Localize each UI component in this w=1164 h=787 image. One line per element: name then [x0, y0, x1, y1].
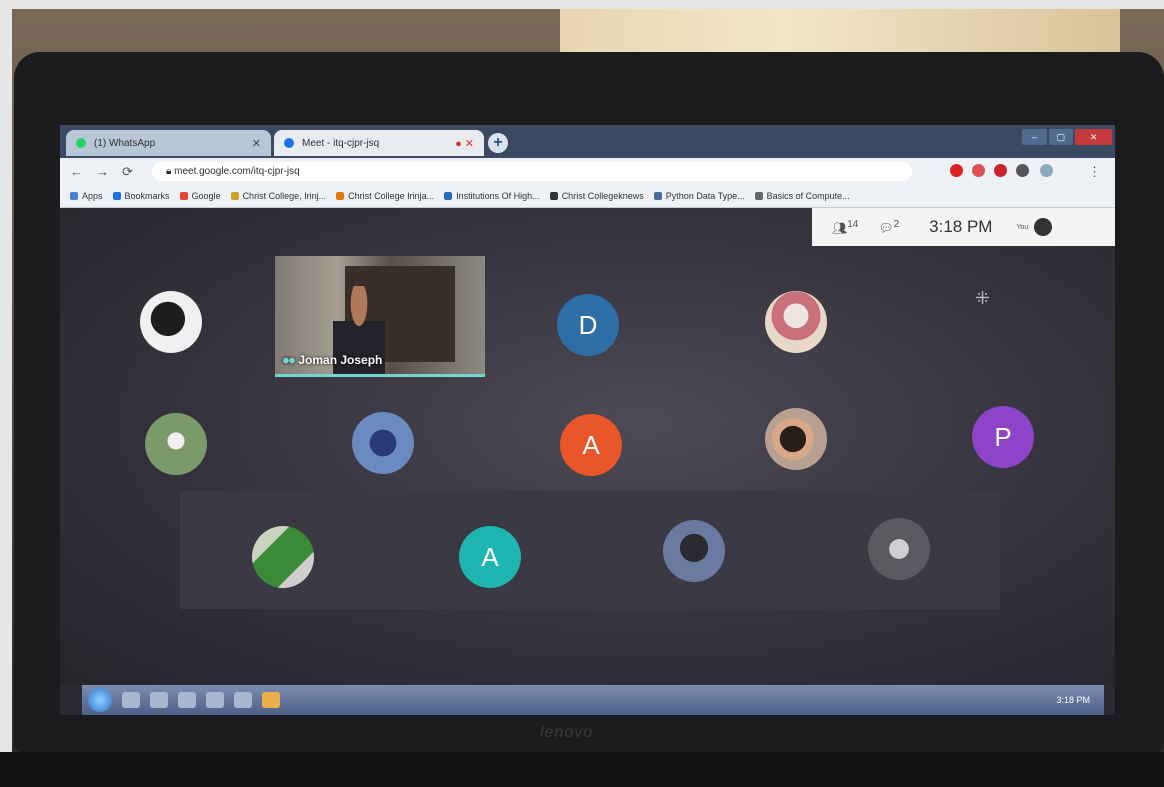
tab-label: (1) WhatsApp: [94, 137, 156, 149]
address-bar: ← → ⟳ 🔒︎ meet.google.com/itq-cjpr-jsq ⋮: [60, 158, 1115, 185]
laptop-base: [0, 752, 1164, 787]
institution-icon: [444, 192, 453, 200]
participant-photo[interactable]: [252, 526, 314, 588]
reload-icon[interactable]: ⟳: [122, 164, 133, 180]
url-text: meet.google.com/itq-cjpr-jsq: [174, 166, 300, 177]
opera-icon[interactable]: [950, 164, 963, 177]
meet-info-box: 👥︎14 💬︎2 3:18 PM You: [812, 208, 1115, 246]
url-input[interactable]: 🔒︎ meet.google.com/itq-cjpr-jsq: [152, 162, 912, 181]
lock-icon: 🔒︎: [166, 166, 175, 177]
puzzle-icon[interactable]: [1016, 164, 1029, 177]
apps-icon: [70, 192, 78, 200]
participant-photo[interactable]: [765, 291, 827, 353]
python-icon: [653, 192, 662, 200]
tab-strip: (1) WhatsApp ✕ Meet - itq-cjpr-jsq ● ✕ +…: [60, 125, 1115, 158]
bookmark-item[interactable]: Institutions Of High...: [444, 191, 540, 201]
participant-video-tile[interactable]: ⦁⦁ Joman Joseph: [275, 256, 485, 377]
close-icon[interactable]: ● ✕: [455, 137, 474, 150]
self-avatar[interactable]: [1034, 218, 1053, 236]
start-button[interactable]: [88, 688, 112, 712]
laptop-brand-logo: lenovo: [540, 724, 594, 741]
meet-time: 3:18 PM: [929, 217, 993, 236]
bookmark-item[interactable]: Basics of Compute...: [754, 191, 850, 201]
participant-avatar[interactable]: P: [972, 406, 1034, 468]
back-icon[interactable]: ←: [70, 164, 83, 179]
participant-avatar[interactable]: A: [560, 414, 622, 476]
taskbar-app-icon[interactable]: [234, 692, 252, 708]
meet-icon: [284, 138, 294, 148]
bookmark-item[interactable]: Christ College, Irinj...: [230, 191, 326, 201]
close-icon[interactable]: ✕: [252, 137, 261, 150]
bookmarks-bar: Apps Bookmarks Google Christ College, Ir…: [60, 185, 1115, 208]
tab-whatsapp[interactable]: (1) WhatsApp ✕: [66, 130, 271, 156]
globe-icon: [549, 192, 558, 200]
windows-taskbar: 3:18 PM: [82, 685, 1104, 715]
meet-grid: 👥︎14 💬︎2 3:18 PM You ⦁⦁ Joman Joseph D ⁜…: [60, 208, 1115, 685]
minimize-button[interactable]: –: [1022, 129, 1047, 145]
participant-photo[interactable]: [663, 520, 725, 582]
frame-top: [0, 0, 1164, 9]
self-label: You: [1016, 223, 1029, 231]
taskbar-app-icon[interactable]: [178, 692, 196, 708]
college-icon: [336, 192, 345, 200]
college-icon: [230, 192, 239, 200]
bookmark-item[interactable]: Bookmarks: [112, 191, 170, 201]
taskbar-app-icon[interactable]: [122, 692, 140, 708]
taskbar-app-icon[interactable]: [150, 692, 168, 708]
forward-icon[interactable]: →: [96, 164, 109, 179]
new-tab-button[interactable]: +: [488, 133, 508, 153]
bookmark-item[interactable]: Christ College Irinja...: [336, 191, 434, 201]
taskbar-app-icon[interactable]: [206, 692, 224, 708]
book-icon: [754, 192, 763, 200]
participant-avatar[interactable]: A: [459, 526, 521, 588]
bookmark-item[interactable]: Google: [179, 191, 221, 201]
taskbar-clock: 3:18 PM: [1056, 695, 1090, 705]
participant-photo[interactable]: [352, 412, 414, 474]
star-icon: [112, 192, 121, 200]
menu-icon[interactable]: ⋮: [1088, 164, 1101, 180]
curtain: [560, 8, 1120, 58]
more-icon[interactable]: ⁜: [975, 288, 990, 309]
chat-icon[interactable]: 💬︎2: [878, 219, 899, 235]
participant-photo[interactable]: [145, 413, 207, 475]
profile-icon[interactable]: [1040, 164, 1053, 177]
frame-left: [0, 0, 12, 787]
bookmark-item[interactable]: Apps: [70, 191, 103, 201]
participant-name: ⦁⦁ Joman Joseph: [283, 353, 383, 367]
pinterest-icon[interactable]: [994, 164, 1007, 177]
google-icon: [179, 192, 188, 200]
extension-icon[interactable]: [972, 164, 985, 177]
whatsapp-icon: [76, 138, 86, 148]
participant-photo[interactable]: [868, 518, 930, 580]
mic-icon: ⦁⦁: [283, 353, 299, 367]
tab-meet[interactable]: Meet - itq-cjpr-jsq ● ✕: [274, 130, 484, 156]
tab-label: Meet - itq-cjpr-jsq: [302, 137, 380, 149]
laptop-screen: (1) WhatsApp ✕ Meet - itq-cjpr-jsq ● ✕ +…: [60, 125, 1115, 715]
bookmark-item[interactable]: Python Data Type...: [653, 191, 745, 201]
maximize-button[interactable]: ▢: [1048, 129, 1074, 145]
participant-photo[interactable]: [140, 291, 202, 353]
bookmark-item[interactable]: Christ Collegeknews: [549, 191, 644, 201]
people-icon[interactable]: 👥︎14: [832, 219, 858, 235]
chrome-icon[interactable]: [262, 692, 280, 708]
window-close-button[interactable]: ✕: [1075, 129, 1113, 145]
participant-avatar[interactable]: D: [557, 294, 619, 356]
participant-photo[interactable]: [765, 408, 827, 470]
window-controls: – ▢ ✕: [1020, 129, 1113, 145]
